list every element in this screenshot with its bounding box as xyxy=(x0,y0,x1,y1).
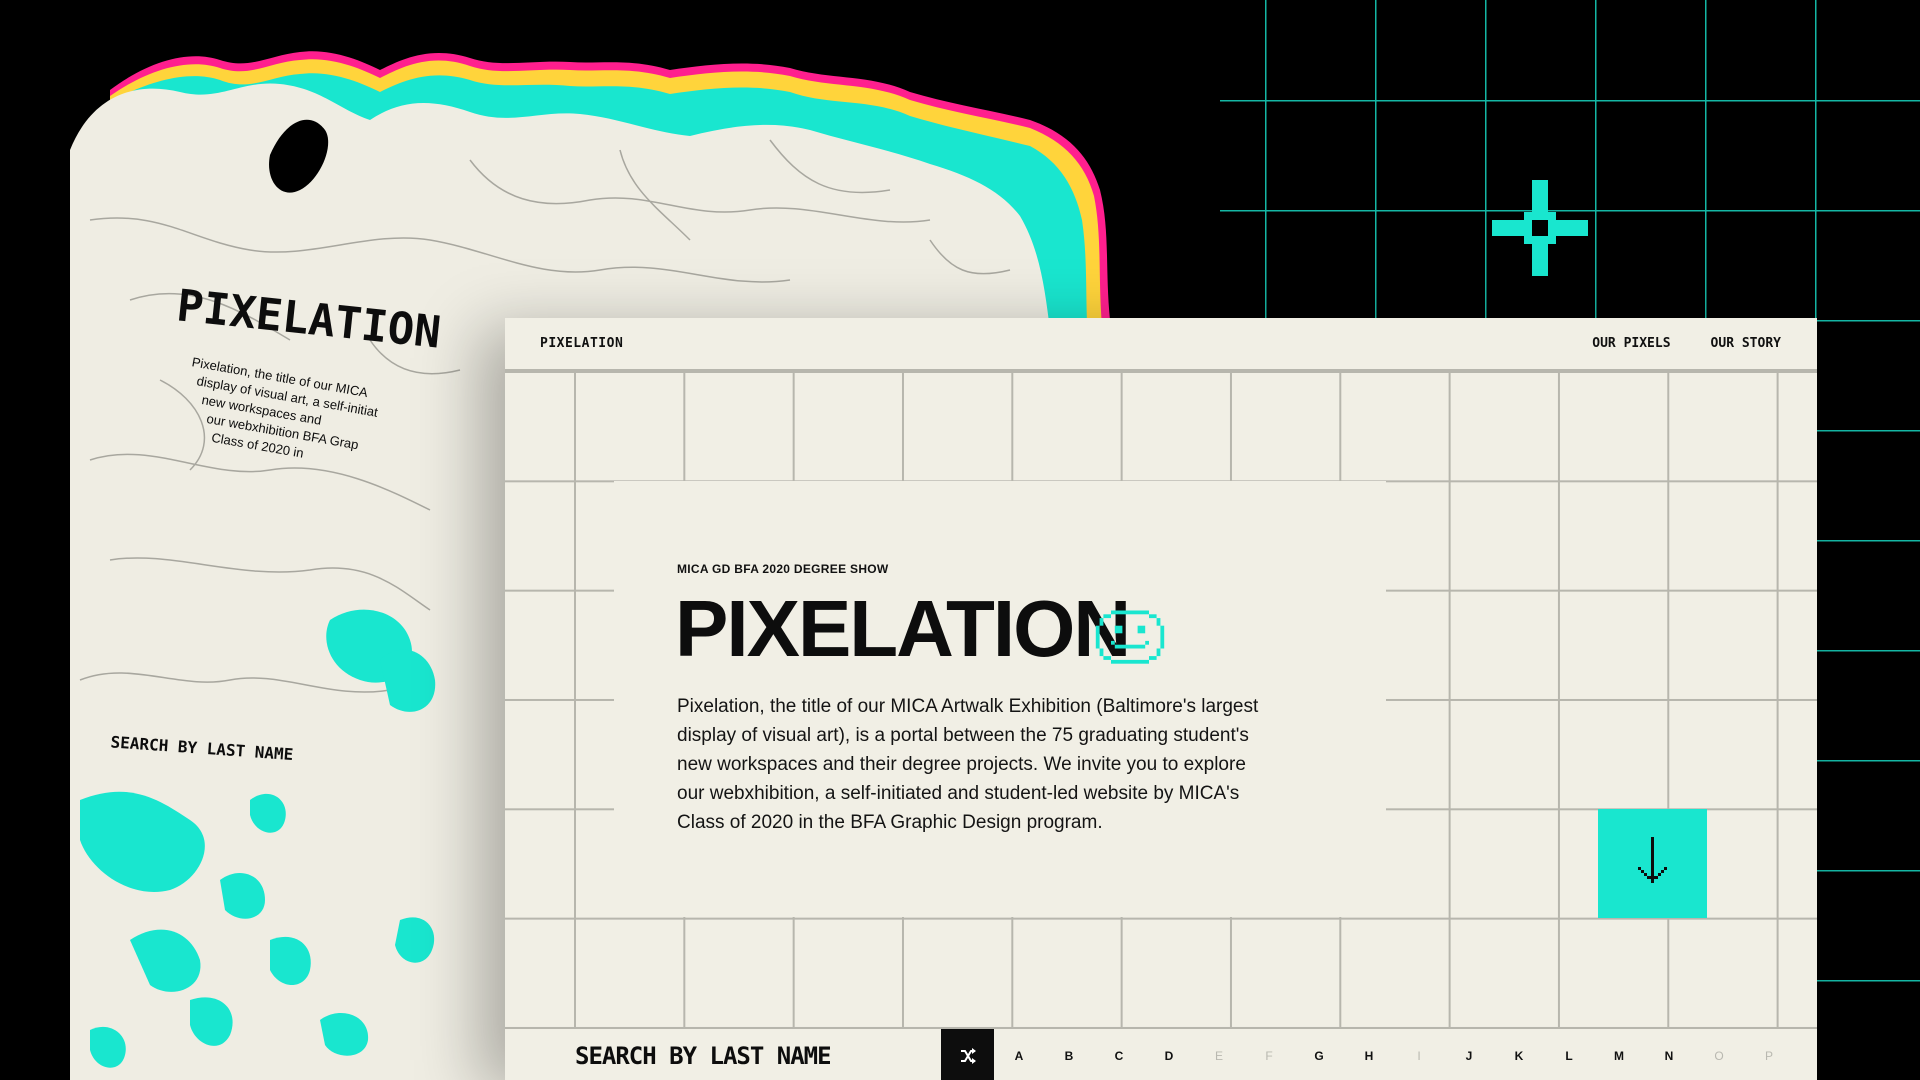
top-nav: PIXELATION OUR PIXELS OUR STORY xyxy=(505,318,1817,371)
hero-title: PIXELATION xyxy=(675,584,1131,673)
letter-filter-n[interactable]: N xyxy=(1644,1029,1694,1080)
nav-our-pixels[interactable]: OUR PIXELS xyxy=(1592,336,1670,351)
shuffle-button[interactable] xyxy=(941,1029,994,1080)
brand-logo[interactable]: PIXELATION xyxy=(540,336,623,351)
alphabet-filter: ABCD E F GH I JKLMN O P xyxy=(994,1029,1794,1080)
search-by-last-name[interactable]: SEARCH BY LAST NAME xyxy=(575,1042,832,1070)
hero-card: MICA GD BFA 2020 DEGREE SHOW PIXELATION … xyxy=(614,481,1386,917)
shuffle-icon xyxy=(960,1047,976,1064)
letter-filter-c[interactable]: C xyxy=(1094,1029,1144,1080)
search-bar: SEARCH BY LAST NAME ABCD E F GH I JKLMN O P xyxy=(505,1027,1817,1080)
letter-filter-i: I xyxy=(1417,1048,1421,1063)
letter-filter-d[interactable]: D xyxy=(1144,1029,1194,1080)
pixel-smiley-icon xyxy=(1095,610,1165,664)
letter-filter-p: P xyxy=(1764,1048,1773,1063)
letter-filter-l[interactable]: L xyxy=(1544,1029,1594,1080)
site-window: PIXELATION OUR PIXELS OUR STORY MICA GD … xyxy=(505,318,1817,1080)
letter-filter-o: O xyxy=(1714,1048,1724,1063)
letter-filter-h[interactable]: H xyxy=(1344,1029,1394,1080)
eyebrow-label: MICA GD BFA 2020 DEGREE SHOW xyxy=(677,562,889,576)
letter-filter-e: E xyxy=(1214,1048,1223,1063)
letter-filter-f: F xyxy=(1265,1048,1273,1063)
intro-paragraph: Pixelation, the title of our MICA Artwal… xyxy=(677,696,1259,833)
letter-filter-j[interactable]: J xyxy=(1444,1029,1494,1080)
letter-filter-a[interactable]: A xyxy=(994,1029,1044,1080)
scroll-down-button[interactable] xyxy=(1598,809,1707,918)
letter-filter-k[interactable]: K xyxy=(1494,1029,1544,1080)
letter-filter-m[interactable]: M xyxy=(1594,1029,1644,1080)
nav-our-story[interactable]: OUR STORY xyxy=(1711,336,1781,351)
letter-filter-b[interactable]: B xyxy=(1044,1029,1094,1080)
nav-links: OUR PIXELS OUR STORY xyxy=(1592,336,1781,351)
letter-filter-g[interactable]: G xyxy=(1294,1029,1344,1080)
down-arrow-icon xyxy=(1638,837,1667,883)
pixel-plus-icon xyxy=(1492,180,1588,276)
